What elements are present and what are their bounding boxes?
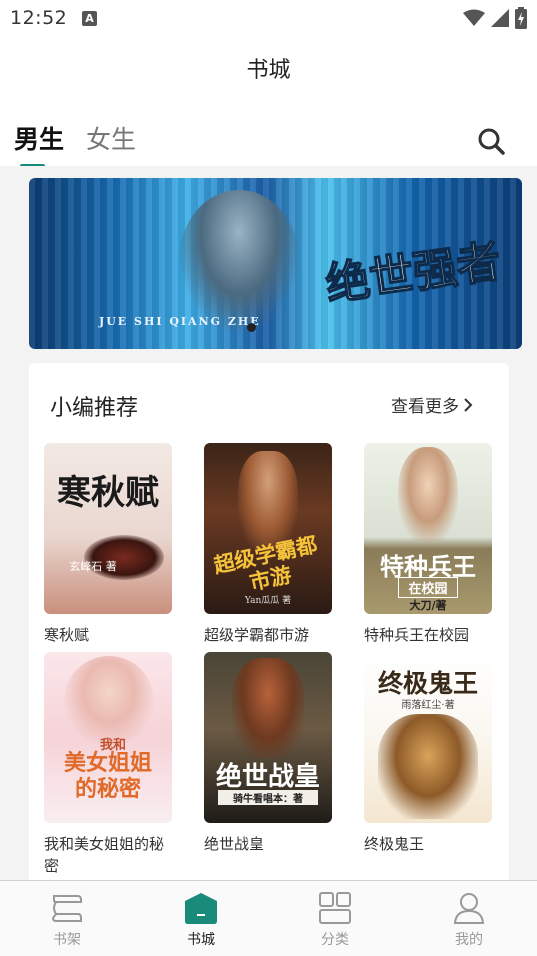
- book-title: 超级学霸都市游: [204, 626, 310, 644]
- book-item[interactable]: 绝世战皇 骑牛看唱本：著 绝世战皇: [204, 652, 332, 855]
- wifi-icon: [463, 9, 485, 26]
- status-bar: 12:52 A: [0, 0, 537, 38]
- search-icon[interactable]: [476, 126, 506, 156]
- recommend-title: 小编推荐: [50, 396, 139, 421]
- page-title: 书城: [246, 58, 291, 83]
- see-more-link[interactable]: 查看更多: [391, 392, 473, 417]
- battery-icon: [515, 7, 527, 29]
- banner-title-text: 绝世强者: [323, 236, 504, 311]
- cover-illustration: [232, 658, 304, 758]
- book-cover[interactable]: 终极鬼王 雨落红尘·著: [364, 652, 492, 823]
- bookshelf-icon: [51, 895, 82, 922]
- nav-bookshelf[interactable]: 书架: [17, 881, 117, 956]
- cover-author: 骑牛看唱本：著: [218, 790, 318, 805]
- book-title: 特种兵王在校园: [364, 626, 470, 644]
- book-title: 寒秋赋: [44, 626, 90, 644]
- nav-label: 我的: [455, 932, 483, 948]
- book-cover[interactable]: 绝世战皇 骑牛看唱本：著: [204, 652, 332, 823]
- tab-female[interactable]: 女生: [86, 120, 136, 156]
- cover-title: 超级学霸都市游: [211, 531, 320, 595]
- nav-label: 分类: [321, 932, 349, 948]
- cover-illustration: [378, 714, 478, 819]
- cover-author: 玄峰石 著: [69, 560, 117, 573]
- book-item[interactable]: 超级学霸都市游 Yan瓜瓜 著 超级学霸都市游: [204, 443, 332, 646]
- book-item[interactable]: 寒秋赋 玄峰石 著 寒秋赋: [44, 443, 172, 646]
- cover-illustration: [64, 656, 154, 746]
- cover-author: Yan瓜瓜 著: [244, 596, 292, 606]
- category-grid-icon: [319, 892, 351, 924]
- see-more-label: 查看更多: [391, 397, 459, 417]
- nav-category[interactable]: 分类: [285, 881, 385, 956]
- status-time: 12:52: [10, 7, 68, 29]
- banner-romanized-title: JUE SHI QIANG ZHE: [99, 315, 261, 328]
- tab-male[interactable]: 男生: [14, 120, 64, 156]
- book-item[interactable]: 特种兵王 在校园 大刀/著 特种兵王在校园: [364, 443, 492, 646]
- app-screen: 12:52 A 书城 男生 女生 绝世强者 JUE SHI QIANG ZHE …: [0, 0, 537, 956]
- notification-app-icon: A: [82, 11, 97, 26]
- book-title: 我和美女姐姐的秘密: [44, 835, 165, 875]
- status-icons: [463, 7, 527, 29]
- cover-title: 绝世战皇: [215, 762, 320, 792]
- nav-profile[interactable]: 我的: [419, 881, 519, 956]
- cover-subtitle: 在校园: [398, 577, 458, 598]
- cover-author: 雨落红尘·著: [401, 700, 455, 711]
- signal-icon: [491, 9, 509, 27]
- book-cover[interactable]: 我和 美女姐姐的秘密: [44, 652, 172, 823]
- cover-illustration: [398, 447, 458, 542]
- nav-label: 书城: [187, 932, 215, 948]
- book-title: 绝世战皇: [204, 835, 265, 853]
- cover-title: 寒秋赋: [57, 473, 159, 513]
- book-title: 终极鬼王: [364, 835, 425, 853]
- profile-icon: [453, 893, 485, 924]
- book-cover[interactable]: 寒秋赋 玄峰石 著: [44, 443, 172, 614]
- chevron-right-icon: [464, 397, 473, 412]
- nav-label: 书架: [53, 932, 81, 948]
- banner-carousel[interactable]: 绝世强者 JUE SHI QIANG ZHE: [29, 178, 522, 349]
- bookstore-icon: [185, 893, 217, 924]
- book-item[interactable]: 我和 美女姐姐的秘密 我和美女姐姐的秘密: [44, 652, 172, 877]
- cover-title: 终极鬼王: [377, 669, 478, 698]
- bottom-navigation: 书架 书城 分类 我的: [0, 880, 537, 956]
- banner-title-art: 绝世强者: [322, 235, 505, 311]
- cover-title: 美女姐姐的秘密: [63, 750, 152, 802]
- book-cover[interactable]: 超级学霸都市游 Yan瓜瓜 著: [204, 443, 332, 614]
- cover-author: 大刀/著: [409, 599, 447, 612]
- nav-bookstore[interactable]: 书城: [151, 881, 251, 956]
- banner-page-indicator: [247, 323, 256, 332]
- book-cover[interactable]: 特种兵王 在校园 大刀/著: [364, 443, 492, 614]
- banner-character-art: [179, 190, 299, 330]
- book-item[interactable]: 终极鬼王 雨落红尘·著 终极鬼王: [364, 652, 492, 855]
